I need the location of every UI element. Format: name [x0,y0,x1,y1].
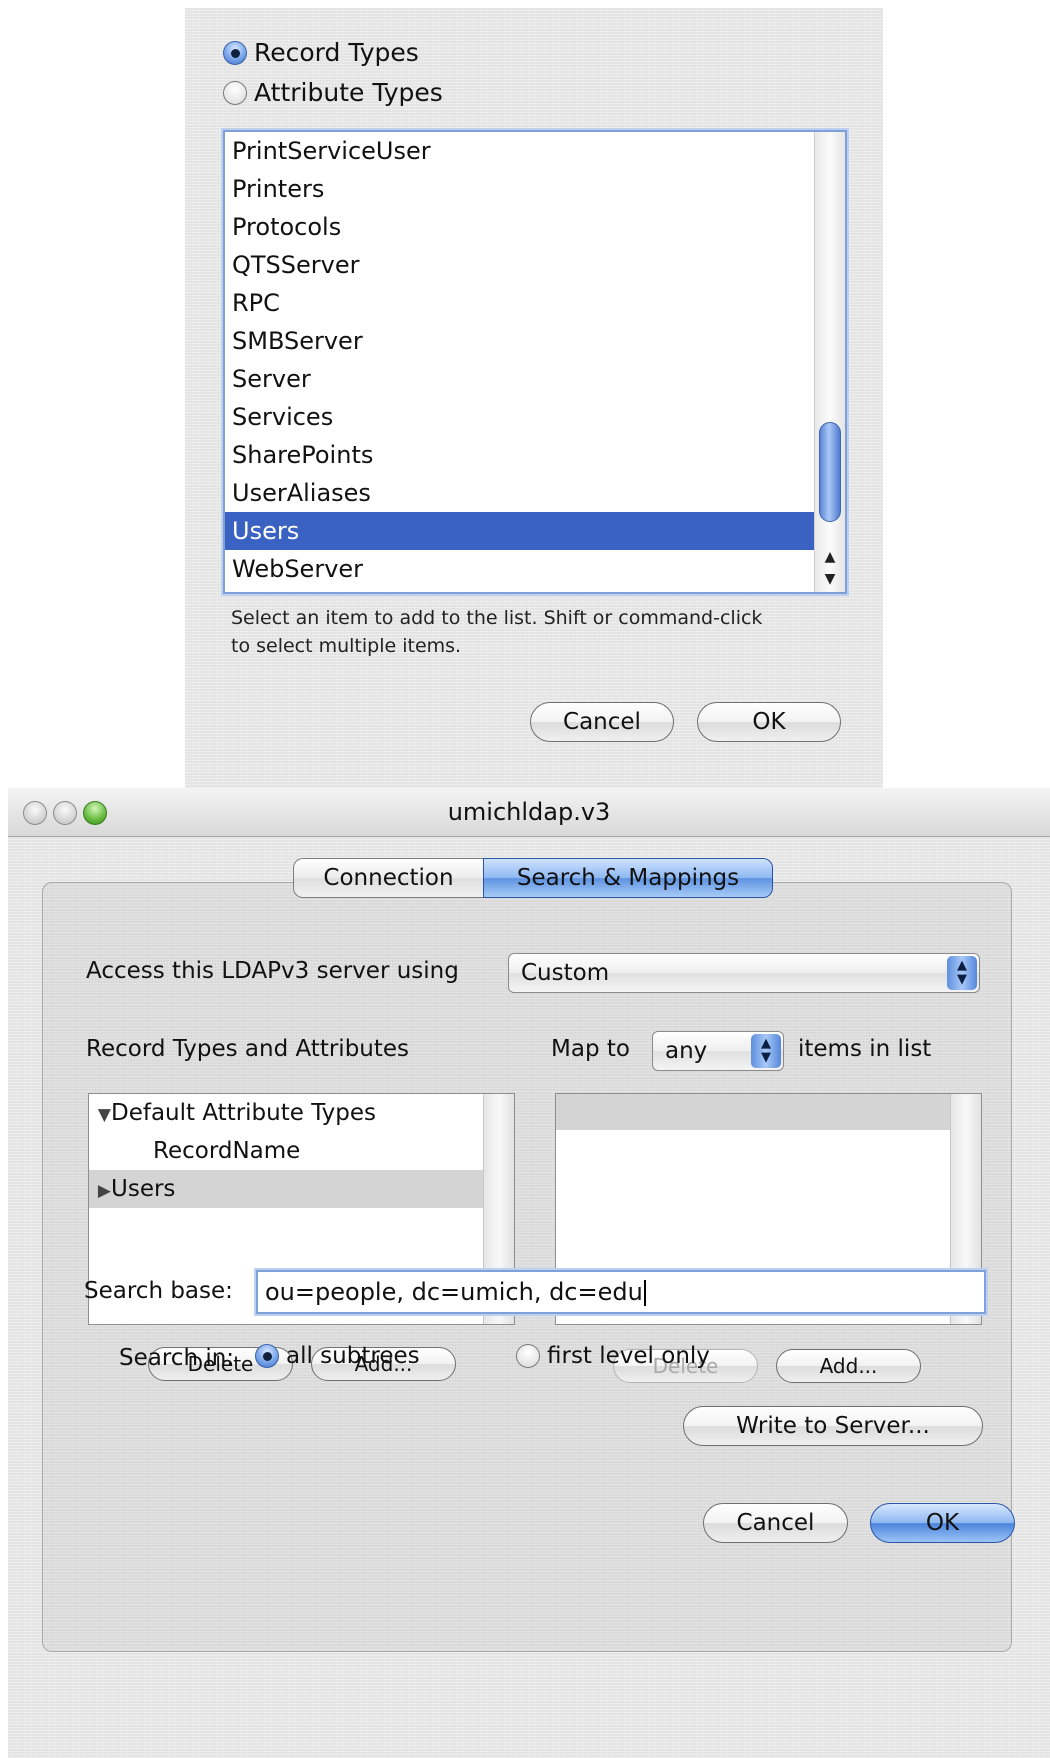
list-item[interactable]: Services [225,398,845,436]
list-item[interactable]: RPC [225,284,845,322]
record-types-attributes-label: Record Types and Attributes [86,1036,410,1062]
search-base-value: ou=people, dc=umich, dc=edu [265,1278,643,1306]
list-item[interactable]: PrintServiceUser [225,132,845,170]
access-popup-value: Custom [521,960,610,986]
mapping-list-row[interactable] [556,1094,951,1130]
list-item[interactable]: Protocols [225,208,845,246]
list-item[interactable]: Users [225,512,845,550]
record-types-radio[interactable]: Record Types [223,38,419,67]
tree-row-label: Users [111,1176,176,1202]
write-to-server-button[interactable]: Write to Server... [683,1406,983,1446]
tree-row-label: RecordName [153,1138,301,1164]
search-in-label: Search in: [119,1345,235,1371]
radio-selected-icon [223,40,247,65]
list-item[interactable]: QTSServer [225,246,845,284]
attribute-types-radio[interactable]: Attribute Types [223,78,443,107]
disclosure-expanded-icon[interactable]: ▼ [89,1096,111,1134]
radio-unselected-icon [223,80,247,105]
first-level-label: first level only [547,1343,710,1369]
scroll-down-arrow-icon[interactable]: ▼ [815,568,845,590]
tab-connection[interactable]: Connection [293,858,483,898]
map-to-popup-value: any [665,1038,708,1064]
record-types-label: Record Types [254,38,419,67]
disclosure-collapsed-icon[interactable]: ▶ [89,1172,111,1210]
record-types-list[interactable]: PrintServiceUser Printers Protocols QTSServ… [223,130,847,594]
title-bar[interactable]: umichldap.v3 [8,788,1050,837]
items-in-list-label: items in list [798,1036,932,1062]
scroll-up-arrow-icon[interactable]: ▲ [815,546,845,568]
popup-arrows-icon: ▲ ▼ [947,956,977,990]
list-item[interactable]: SharePoints [225,436,845,474]
map-to-popup[interactable]: any ▲ ▼ [652,1031,784,1071]
access-popup[interactable]: Custom ▲ ▼ [508,953,980,993]
attribute-types-label: Attribute Types [254,78,443,107]
record-types-sheet: Record Types Attribute Types PrintServic… [185,8,883,788]
right-add-button[interactable]: Add... [776,1349,921,1383]
list-item[interactable]: UserAliases [225,474,845,512]
all-subtrees-radio[interactable]: all subtrees [255,1343,420,1369]
cancel-button[interactable]: Cancel [703,1503,848,1543]
map-to-label: Map to [551,1036,630,1062]
list-item[interactable]: Printers [225,170,845,208]
radio-unselected-icon [516,1344,540,1368]
list-item[interactable]: Server [225,360,845,398]
tree-row-recordname[interactable]: RecordName [89,1132,484,1170]
search-base-label: Search base: [84,1278,233,1304]
all-subtrees-label: all subtrees [286,1343,420,1369]
tree-row-label: Default Attribute Types [111,1100,377,1126]
tab-search-mappings[interactable]: Search & Mappings [483,858,773,898]
tree-row-users[interactable]: ▶Users [89,1170,484,1208]
window-title: umichldap.v3 [447,798,611,826]
first-level-radio[interactable]: first level only [516,1343,710,1369]
scroll-top-cap [815,132,845,154]
list-item[interactable]: SMBServer [225,322,845,360]
radio-selected-icon [255,1344,279,1368]
sheet-caption-line2: to select multiple items. [231,635,462,657]
popup-arrows-icon: ▲ ▼ [751,1034,781,1068]
sheet-cancel-button[interactable]: Cancel [530,702,674,742]
text-caret [643,1280,646,1306]
sheet-caption-line1: Select an item to add to the list. Shift… [231,607,763,629]
ok-button[interactable]: OK [870,1503,1015,1543]
record-types-items: PrintServiceUser Printers Protocols QTSServ… [225,132,845,588]
ldap-window: umichldap.v3 Connection Search & Mapping… [8,788,1050,1758]
search-base-field[interactable]: ou=people, dc=umich, dc=edu [256,1270,986,1314]
tree-row-default-attribute-types[interactable]: ▼Default Attribute Types [89,1094,484,1132]
list-scrollbar[interactable]: ▲ ▼ [814,132,845,592]
scroll-thumb[interactable] [819,422,841,522]
access-label: Access this LDAPv3 server using [86,958,459,984]
list-item[interactable]: WebServer [225,550,845,588]
sheet-ok-button[interactable]: OK [697,702,841,742]
